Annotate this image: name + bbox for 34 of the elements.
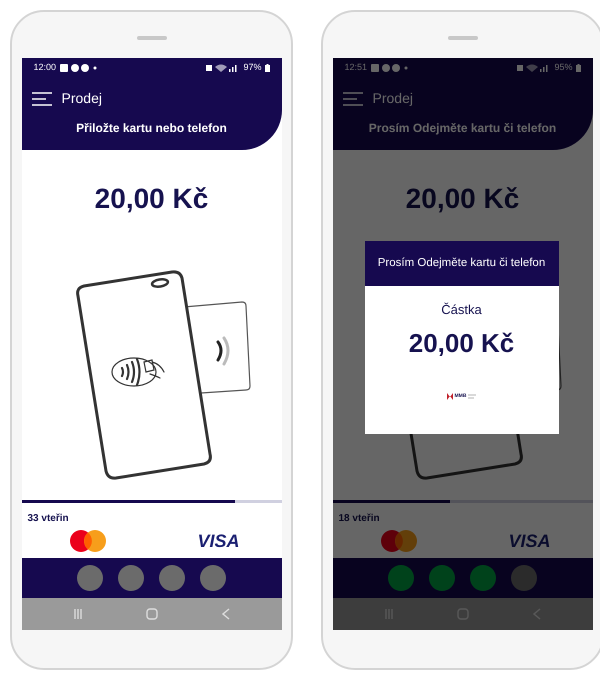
home-icon[interactable] [146,608,158,620]
visa-logo: VISA [197,530,240,552]
amount-text: 20,00 Kč [94,182,208,216]
visa-logo: VISA [508,530,550,552]
logo-tagline-icon [468,394,476,399]
amount-text: 20,00 Kč [406,182,520,216]
dialog-amount: 20,00 Kč [408,326,514,360]
dialog-title: Prosím Odejměte kartu či telefon [364,241,558,286]
back-icon[interactable] [532,608,541,620]
battery-percent: 95% [554,61,572,74]
screen-title: Prodej [62,89,102,108]
amount-label: Částka [441,301,482,319]
screen-title: Prodej [372,89,413,108]
home-icon[interactable] [457,608,470,620]
countdown-text: 18 vteřin [338,512,381,526]
menu-icon [342,92,362,106]
back-icon[interactable] [222,608,230,620]
menu-button[interactable] [32,92,52,106]
menu-icon [32,92,52,106]
logo-mark-icon [446,392,453,400]
battery-icon [264,64,270,72]
instruction-text: Prosím Odejměte kartu či telefon [368,120,558,137]
status-time: 12:00 [34,61,56,74]
recent-apps-icon[interactable] [73,609,84,619]
recent-apps-icon[interactable] [384,609,394,619]
mastercard-logo-icon [70,530,106,552]
mastercard-logo-icon [380,530,416,552]
speaker-slot [136,36,166,40]
battery-percent: 97% [243,61,262,74]
status-time: 12:51 [344,61,368,74]
speaker-slot [448,36,478,40]
countdown-text: 33 vteřin [26,512,70,526]
instruction-text: Přiložte kartu nebo telefon [75,120,228,137]
battery-icon [576,64,580,72]
